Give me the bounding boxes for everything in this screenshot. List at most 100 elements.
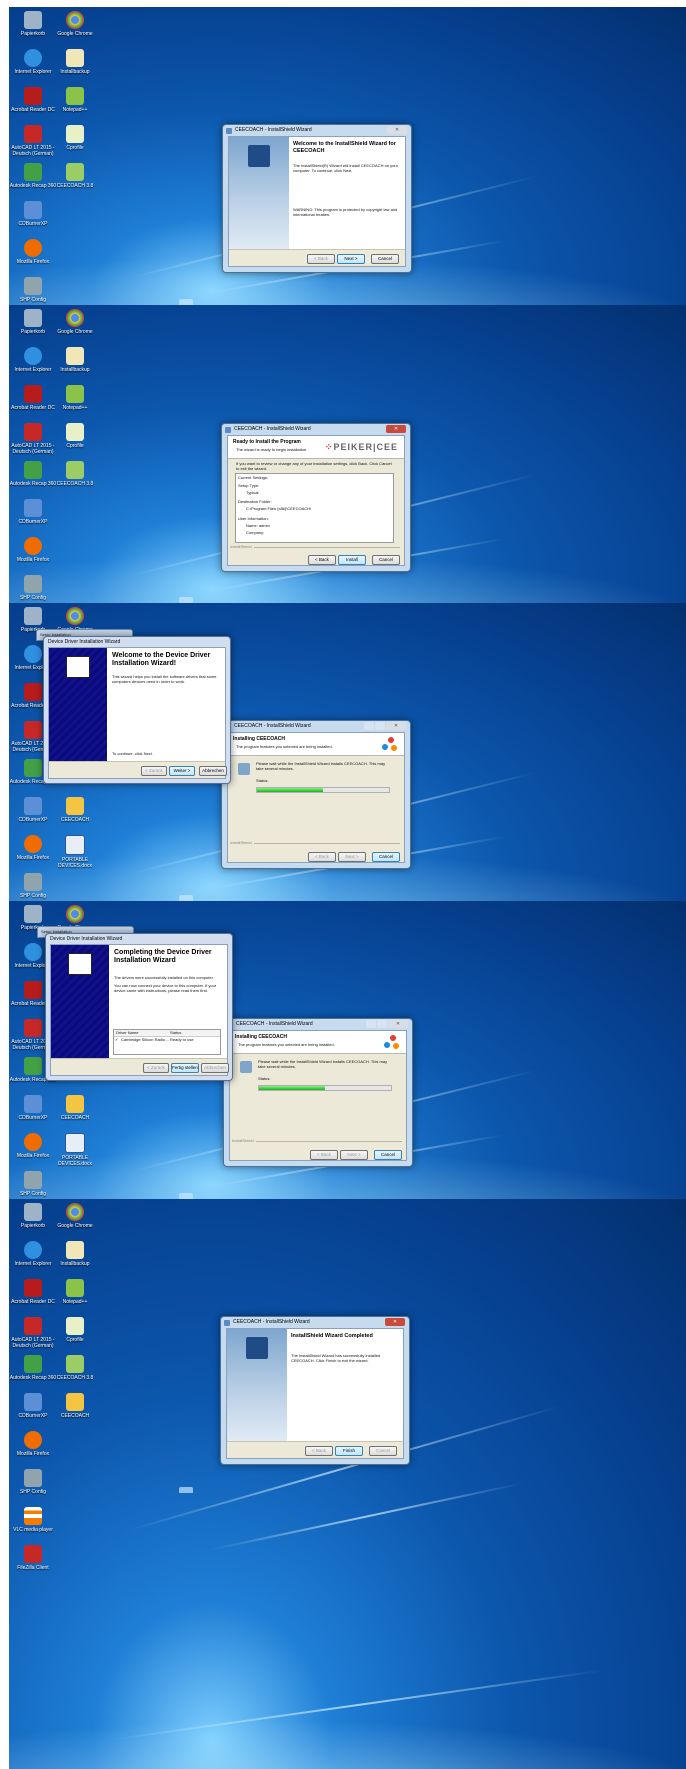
window-titlebar: Device Driver Installation Wizard bbox=[48, 639, 121, 645]
close-button[interactable]: ✕ bbox=[386, 425, 406, 433]
desktop-icon-ceecoach[interactable]: CEECOACH bbox=[47, 797, 103, 823]
desktop-icon-filezilla[interactable]: FileZilla Client bbox=[9, 1545, 61, 1571]
ready-body: If you want to review or change any of y… bbox=[236, 461, 392, 471]
desktop-icon-installbackup[interactable]: Installbackup bbox=[47, 49, 103, 75]
back-button[interactable]: < Back bbox=[307, 254, 335, 264]
app-icon bbox=[226, 128, 232, 134]
chrome-icon bbox=[66, 1203, 84, 1221]
desktop-icon-shpconfig[interactable]: SHP Config bbox=[9, 1171, 61, 1197]
destination-value: C:\Program Files (x86)\CEECOACH\ bbox=[246, 506, 312, 511]
desktop-icon-cprofile[interactable]: Cprofile bbox=[47, 125, 103, 151]
desktop-icon-cdburner[interactable]: CDBurnerXP bbox=[9, 201, 61, 227]
dd-finish-button[interactable]: Fertig stellen bbox=[171, 1063, 199, 1073]
cancel-button[interactable]: Cancel bbox=[372, 852, 400, 862]
ceecoach-setup-icon bbox=[66, 461, 84, 479]
check-icon: ✔ bbox=[115, 1037, 119, 1042]
dd-back-button[interactable]: < Zurück bbox=[143, 1063, 169, 1073]
cancel-button[interactable]: Cancel bbox=[369, 1446, 397, 1456]
finish-button[interactable]: Finish bbox=[335, 1446, 363, 1456]
desktop-icon-shpconfig[interactable]: SHP Config bbox=[9, 1469, 61, 1495]
chrome-icon bbox=[66, 11, 84, 29]
desktop-icon-ceecoach[interactable]: CEECOACH bbox=[47, 1095, 103, 1121]
driver-table: Driver Name Status ✔ Cambridge Silicon R… bbox=[113, 1029, 221, 1055]
desktop-icon-notepadpp[interactable]: Notepad++ bbox=[47, 1279, 103, 1305]
cancel-button[interactable]: Cancel bbox=[372, 555, 400, 565]
separator bbox=[254, 547, 400, 548]
desktop-icon-ceecoach[interactable]: CEECOACH bbox=[47, 1393, 103, 1419]
next-button[interactable]: Next > bbox=[337, 254, 365, 264]
internet-explorer-icon bbox=[24, 49, 42, 67]
firefox-icon bbox=[24, 537, 42, 555]
desktop-icon-notepadpp[interactable]: Notepad++ bbox=[47, 87, 103, 113]
wizard-heading: Installing CEECOACH bbox=[235, 1034, 287, 1040]
status-label: Status: bbox=[258, 1076, 271, 1081]
driver-name-cell: Cambridge Silicon Radio ... bbox=[121, 1037, 170, 1042]
desktop-icon-shpconfig[interactable]: SHP Config bbox=[9, 277, 61, 303]
back-button[interactable]: < Back bbox=[308, 555, 336, 565]
dd-back-button[interactable]: < Zurück bbox=[141, 766, 167, 776]
desktop-icon-docx[interactable]: PORTABLE DEVICES.docx bbox=[47, 1133, 103, 1167]
wizard-heading: Installing CEECOACH bbox=[233, 736, 285, 742]
wizard-body: The InstallShield(R) Wizard will install… bbox=[293, 163, 398, 173]
desktop-icon-cdburner[interactable]: CDBurnerXP bbox=[9, 499, 61, 525]
dd-body: This wizard helps you install the softwa… bbox=[112, 674, 217, 684]
desktop-icon-docx[interactable]: PORTABLE DEVICES.docx bbox=[47, 835, 103, 869]
wizard-header: Installing CEECOACH The program features… bbox=[230, 1031, 406, 1054]
next-button[interactable]: Next > bbox=[340, 1150, 368, 1160]
acrobat-icon bbox=[24, 385, 42, 403]
cdburner-icon bbox=[24, 499, 42, 517]
desktop-icon-chrome[interactable]: Google Chrome bbox=[47, 309, 103, 335]
device-driver-completing-window: Device Driver Installation Wizard Comple… bbox=[45, 933, 233, 1081]
app-icon bbox=[225, 427, 231, 433]
back-button[interactable]: < Back bbox=[310, 1150, 338, 1160]
folder-file-icon bbox=[66, 49, 84, 67]
close-button[interactable]: ✕ bbox=[387, 126, 407, 134]
internet-explorer-icon bbox=[24, 347, 42, 365]
cancel-button[interactable]: Cancel bbox=[371, 254, 399, 264]
back-button[interactable]: < Back bbox=[308, 852, 336, 862]
desktop-icon-ceecoach38[interactable]: CEECOACH 3.8 bbox=[47, 163, 103, 189]
desktop-icon-vlc[interactable]: VLC media player bbox=[9, 1507, 61, 1533]
install-button[interactable]: Install bbox=[338, 555, 366, 565]
acrobat-icon bbox=[24, 981, 42, 999]
ceecoach-icon bbox=[66, 1095, 84, 1113]
desktop-icon-chrome[interactable]: Google Chrome bbox=[47, 11, 103, 37]
desktop-icon-firefox[interactable]: Mozilla Firefox bbox=[9, 1431, 61, 1457]
desktop-icon-shpconfig[interactable]: SHP Config bbox=[9, 575, 61, 601]
maximize-button[interactable] bbox=[377, 1020, 387, 1028]
close-button[interactable]: ✕ bbox=[385, 1318, 405, 1326]
cdburner-icon bbox=[24, 797, 42, 815]
minimize-button[interactable] bbox=[366, 1020, 376, 1028]
back-button[interactable]: < Back bbox=[305, 1446, 333, 1456]
desktop-icon-ceecoach38[interactable]: CEECOACH 3.8 bbox=[47, 1355, 103, 1381]
close-button[interactable]: ✕ bbox=[386, 722, 406, 730]
notepad-plus-plus-icon bbox=[66, 1279, 84, 1297]
dd-cancel-button[interactable]: Abbrechen bbox=[201, 1063, 229, 1073]
desktop-icon-chrome[interactable]: Google Chrome bbox=[47, 1203, 103, 1229]
install-computer-icon bbox=[238, 763, 250, 775]
table-row[interactable]: ✔ Cambridge Silicon Radio ... Ready to u… bbox=[114, 1037, 220, 1043]
desktop-icon-shpconfig[interactable]: SHP Config bbox=[9, 873, 61, 899]
user-info-label: User Information: bbox=[238, 516, 269, 521]
separator bbox=[254, 843, 400, 844]
desktop-icon-firefox[interactable]: Mozilla Firefox bbox=[9, 239, 61, 265]
desktop-screenshot-4: Papierkorb Google Chrome Internet Explor… bbox=[9, 901, 686, 1199]
desktop-icon-cprofile[interactable]: Cprofile bbox=[47, 423, 103, 449]
dd-next-button[interactable]: Weiter > bbox=[169, 766, 195, 776]
window-titlebar: CEECOACH - InstallShield Wizard ✕ bbox=[224, 1019, 412, 1030]
desktop-icon-installbackup[interactable]: Installbackup bbox=[47, 1241, 103, 1267]
desktop-icon-ceecoach38[interactable]: CEECOACH 3.8 bbox=[47, 461, 103, 487]
desktop-icon-notepadpp[interactable]: Notepad++ bbox=[47, 385, 103, 411]
maximize-button[interactable] bbox=[375, 722, 385, 730]
close-button[interactable]: ✕ bbox=[388, 1020, 408, 1028]
desktop-icon-installbackup[interactable]: Installbackup bbox=[47, 347, 103, 373]
wizard-heading: Welcome to the InstallShield Wizard for … bbox=[293, 141, 396, 154]
cancel-button[interactable]: Cancel bbox=[374, 1150, 402, 1160]
next-button[interactable]: Next > bbox=[338, 852, 366, 862]
minimize-button[interactable] bbox=[364, 722, 374, 730]
dd-cancel-button[interactable]: Abbrechen bbox=[199, 766, 227, 776]
destination-label: Destination Folder: bbox=[238, 499, 272, 504]
autocad-icon bbox=[24, 1317, 42, 1335]
desktop-icon-cprofile[interactable]: Cprofile bbox=[47, 1317, 103, 1343]
desktop-icon-firefox[interactable]: Mozilla Firefox bbox=[9, 537, 61, 563]
